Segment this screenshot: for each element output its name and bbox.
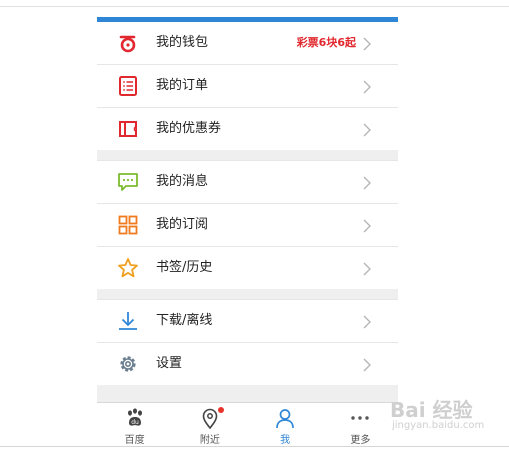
wallet-promo-badge: 彩票6块6起 <box>296 36 356 49</box>
baidu-paw-icon: du <box>124 407 146 429</box>
tab-baidu[interactable]: du 百度 <box>97 403 172 446</box>
menu-item-label: 我的订阅 <box>156 217 209 232</box>
phone-screen: 我的钱包 彩票6块6起 我的订单 我的优惠券 我的消息 我的订阅 书签/历史 下… <box>97 17 398 446</box>
bottom-tab-bar: du 百度 附近 我 更多 <box>97 402 398 446</box>
download-icon <box>117 310 139 332</box>
menu-item-wallet[interactable]: 我的钱包 彩票6块6起 <box>97 22 398 65</box>
tab-me[interactable]: 我 <box>248 403 323 446</box>
menu-item-label: 我的钱包 <box>156 35 209 50</box>
order-list-icon <box>117 75 139 97</box>
person-icon <box>274 407 296 429</box>
chevron-right-icon <box>360 261 374 276</box>
message-icon <box>117 171 139 193</box>
tab-label: 附近 <box>199 435 220 446</box>
menu-item-label: 我的消息 <box>156 174 209 189</box>
chevron-right-icon <box>360 36 374 51</box>
subscription-grid-icon <box>117 214 139 236</box>
menu-item-settings[interactable]: 设置 <box>97 343 398 385</box>
watermark-title: Bai 经验 <box>390 398 473 422</box>
chevron-right-icon <box>360 314 374 329</box>
menu-item-downloads[interactable]: 下载/离线 <box>97 300 398 343</box>
watermark-url: jingyan.baidu.com <box>392 420 485 431</box>
section-divider <box>97 150 398 161</box>
baidu-jingyan-watermark: Bai 经验 jingyan.baidu.com <box>390 392 500 438</box>
chevron-right-icon <box>360 357 374 372</box>
menu-item-label: 下载/离线 <box>156 313 213 328</box>
menu-item-messages[interactable]: 我的消息 <box>97 161 398 204</box>
frame-top-line <box>0 6 509 7</box>
chevron-right-icon <box>360 79 374 94</box>
notification-dot <box>218 407 225 413</box>
tab-more[interactable]: 更多 <box>323 403 398 446</box>
tab-label: 更多 <box>350 435 371 446</box>
section-divider <box>97 289 398 300</box>
chevron-right-icon <box>360 122 374 137</box>
coupon-icon <box>117 118 139 140</box>
menu-item-bookmarks-history[interactable]: 书签/历史 <box>97 247 398 289</box>
tab-nearby[interactable]: 附近 <box>172 403 247 446</box>
star-icon <box>117 257 139 279</box>
menu-item-label: 我的订单 <box>156 78 209 93</box>
menu-item-label: 我的优惠券 <box>156 121 222 136</box>
frame-bottom-line <box>0 446 509 447</box>
wallet-icon <box>117 32 139 54</box>
menu-item-coupons[interactable]: 我的优惠券 <box>97 108 398 150</box>
menu-item-label: 书签/历史 <box>156 260 213 275</box>
tab-label: 百度 <box>124 435 145 446</box>
more-dots-icon <box>349 407 371 429</box>
menu-item-label: 设置 <box>156 356 183 371</box>
tab-label: 我 <box>280 435 291 446</box>
svg-text:du: du <box>131 419 139 426</box>
gear-icon <box>117 353 139 375</box>
chevron-right-icon <box>360 218 374 233</box>
menu-item-orders[interactable]: 我的订单 <box>97 65 398 108</box>
chevron-right-icon <box>360 175 374 190</box>
menu-item-subscriptions[interactable]: 我的订阅 <box>97 204 398 247</box>
